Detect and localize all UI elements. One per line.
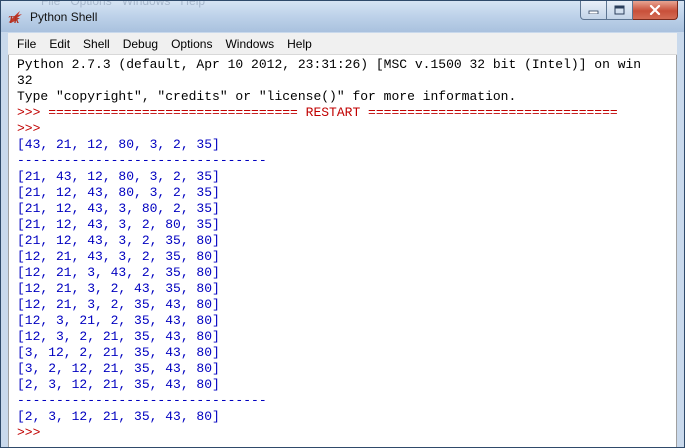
shell-line: >>> ================================ RES…	[17, 105, 618, 120]
shell-line: --------------------------------	[17, 153, 267, 168]
close-icon	[649, 5, 661, 15]
menu-bar: File Edit Shell Debug Options Windows He…	[8, 33, 677, 55]
window-border-right	[677, 33, 684, 447]
tk-feather-icon[interactable]: Tk	[7, 9, 25, 25]
svg-text:Tk: Tk	[8, 15, 19, 25]
shell-output: Python 2.7.3 (default, Apr 10 2012, 23:3…	[17, 57, 641, 441]
maximize-button[interactable]	[607, 1, 633, 20]
shell-line: [3, 2, 12, 21, 35, 43, 80]	[17, 361, 220, 376]
shell-line: [12, 21, 3, 2, 43, 35, 80]	[17, 281, 220, 296]
shell-line: [12, 21, 43, 3, 2, 35, 80]	[17, 249, 220, 264]
close-button[interactable]	[633, 1, 678, 20]
shell-line: [21, 12, 43, 3, 80, 2, 35]	[17, 201, 220, 216]
window-title: Python Shell	[30, 10, 98, 24]
window-controls	[580, 1, 678, 23]
shell-line: [43, 21, 12, 80, 3, 2, 35]	[17, 137, 220, 152]
shell-line: [12, 21, 3, 43, 2, 35, 80]	[17, 265, 220, 280]
menu-edit[interactable]: Edit	[42, 37, 76, 51]
shell-line: [12, 21, 3, 2, 35, 43, 80]	[17, 297, 220, 312]
python-shell-window: File Options Windows Help Tk Python Shel…	[0, 0, 685, 448]
shell-line: [3, 12, 2, 21, 35, 43, 80]	[17, 345, 220, 360]
menu-debug[interactable]: Debug	[116, 37, 164, 51]
shell-line: Type "copyright", "credits" or "license(…	[17, 89, 517, 104]
shell-line: >>>	[17, 121, 49, 136]
shell-text-area[interactable]: Python 2.7.3 (default, Apr 10 2012, 23:3…	[8, 55, 677, 447]
shell-line: Python 2.7.3 (default, Apr 10 2012, 23:3…	[17, 57, 642, 72]
shell-line: [21, 12, 43, 3, 2, 35, 80]	[17, 233, 220, 248]
shell-line: [2, 3, 12, 21, 35, 43, 80]	[17, 409, 220, 424]
shell-line: 32	[17, 73, 33, 88]
shell-line: [21, 43, 12, 80, 3, 2, 35]	[17, 169, 220, 184]
maximize-icon	[614, 5, 625, 15]
shell-line: [2, 3, 12, 21, 35, 43, 80]	[17, 377, 220, 392]
shell-line: [21, 12, 43, 80, 3, 2, 35]	[17, 185, 220, 200]
minimize-icon	[588, 10, 599, 14]
background-window-menu-ghost: File Options Windows Help	[41, 0, 206, 8]
shell-line: [12, 3, 21, 2, 35, 43, 80]	[17, 313, 220, 328]
menu-options[interactable]: Options	[164, 37, 218, 51]
menu-file[interactable]: File	[10, 37, 42, 51]
menu-shell[interactable]: Shell	[76, 37, 116, 51]
menu-help[interactable]: Help	[280, 37, 318, 51]
shell-line: [21, 12, 43, 3, 2, 80, 35]	[17, 217, 220, 232]
title-bar[interactable]: File Options Windows Help Tk Python Shel…	[1, 1, 684, 32]
shell-line: --------------------------------	[17, 393, 267, 408]
shell-line: [12, 3, 2, 21, 35, 43, 80]	[17, 329, 220, 344]
menu-windows[interactable]: Windows	[218, 37, 280, 51]
minimize-button[interactable]	[580, 1, 607, 20]
shell-line: >>>	[17, 425, 49, 440]
